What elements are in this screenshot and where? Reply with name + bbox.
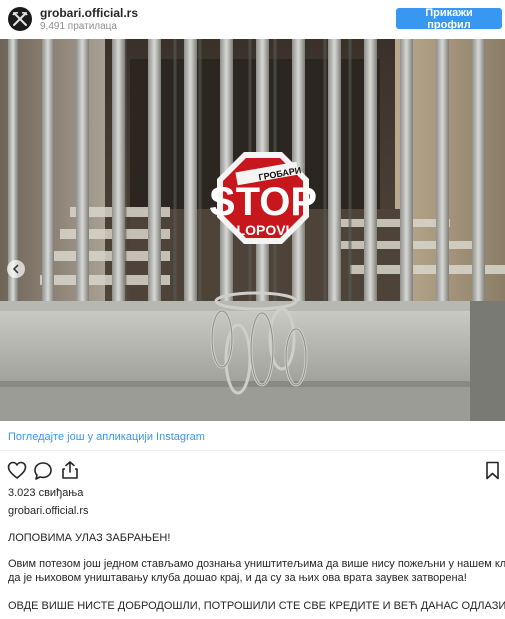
bookmark-icon[interactable]	[485, 461, 500, 480]
divider	[0, 450, 505, 451]
post-photo[interactable]: ГРОБАРИ STOP LOPOVI	[0, 39, 505, 421]
lopovi-sign-text: LOPOVI	[237, 222, 290, 238]
gate-photo-image: ГРОБАРИ STOP LOPOVI	[0, 39, 505, 421]
header-username[interactable]: grobari.official.rs	[40, 6, 138, 20]
avatar[interactable]	[8, 7, 32, 31]
chevron-left-icon	[12, 264, 19, 274]
view-more-on-instagram-link[interactable]: Погледајте још у апликацији Instagram	[8, 431, 205, 443]
follower-count: 9,491 пратилаца	[40, 21, 117, 32]
caption-line: ЛОПОВИМА УЛАЗ ЗАБРАЊЕН!	[8, 532, 171, 544]
caption-line: да је њиховом уништавању клуба дошао кра…	[8, 572, 467, 584]
action-bar	[0, 458, 505, 484]
share-icon[interactable]	[60, 460, 80, 480]
caption-line: ОВДЕ ВИШЕ НИСТЕ ДОБРОДОШЛИ, ПОТРОШИЛИ СТ…	[8, 600, 505, 612]
like-count[interactable]: 3.023 свиђања	[8, 487, 83, 499]
stop-sign-text: STOP	[209, 180, 317, 224]
comment-bubble-icon[interactable]	[33, 461, 53, 481]
crossed-pickaxes-logo-icon	[12, 11, 28, 26]
instagram-embed-card: grobari.official.rs 9,491 пратилаца Прик…	[0, 0, 505, 619]
view-profile-button[interactable]: Прикажи профил	[396, 7, 502, 31]
heart-icon[interactable]	[7, 461, 27, 480]
caption-line: Овим потезом још једном стављамо дознања…	[8, 558, 505, 570]
post-header: grobari.official.rs 9,491 пратилаца Прик…	[0, 0, 505, 37]
previous-slide-button[interactable]	[7, 260, 25, 278]
caption-username[interactable]: grobari.official.rs	[8, 505, 89, 517]
